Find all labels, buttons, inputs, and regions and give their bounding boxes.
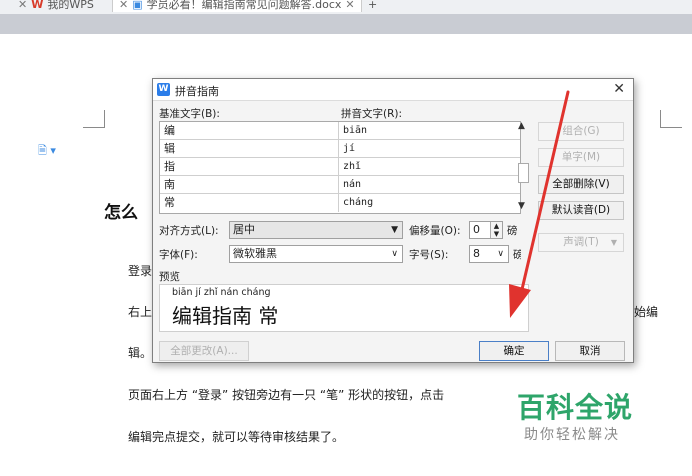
table-row: 辑 jí xyxy=(160,140,520,158)
watermark-logo: 百科全说 xyxy=(517,391,634,424)
clear-all-button[interactable]: 全部删除(V) xyxy=(538,175,624,194)
align-value: 居中 xyxy=(233,223,255,236)
ok-button[interactable]: 确定 xyxy=(479,341,549,361)
font-value: 微软雅黑 xyxy=(233,247,277,260)
watermark-slogan: 助你轻松解决 xyxy=(524,427,620,443)
size-select[interactable]: 8 ∨ xyxy=(469,245,509,263)
tab-label: 学员必看！编辑指南常见问题解答.docx xyxy=(146,0,342,11)
base-cell[interactable]: 编 xyxy=(160,122,339,140)
scroll-thumb[interactable] xyxy=(518,163,529,183)
tab-document[interactable]: ✕ ▣ 学员必看！编辑指南常见问题解答.docx ✕ xyxy=(112,0,362,12)
paragraph-icon[interactable]: 🗎 ▾ xyxy=(38,142,56,161)
pinyin-cell[interactable]: biān xyxy=(340,122,520,140)
size-label: 字号(S): xyxy=(409,249,449,261)
align-label: 对齐方式(L): xyxy=(159,225,219,237)
page-margin-corner xyxy=(660,110,682,128)
chevron-down-icon: ∨ xyxy=(497,249,504,259)
wps-logo-icon: W xyxy=(31,0,44,11)
chevron-up-icon[interactable]: ▲ xyxy=(518,121,525,131)
page-margin-corner xyxy=(83,110,105,128)
doc-text: 页面右上方 “登录” 按钮旁边有一只 “笔” 形状的按钮，点击 xyxy=(128,388,445,402)
pinyin-guide-dialog: W 拼音指南 ✕ 基准文字(B): 拼音文字(R): 编 biān 辑 jí 指… xyxy=(152,78,634,363)
tone-label: 声调(T) xyxy=(563,236,599,248)
preview-text: 编辑指南 常 xyxy=(172,304,279,328)
base-cell[interactable]: 常 xyxy=(160,194,339,212)
offset-label: 偏移量(O): xyxy=(409,225,461,237)
table-row: 编 biān xyxy=(160,122,520,140)
offset-unit: 磅 xyxy=(507,225,517,237)
close-icon[interactable]: ✕ xyxy=(119,0,128,11)
doc-text: 登录 xyxy=(128,264,153,278)
preview-label: 预览 xyxy=(159,271,180,283)
font-label: 字体(F): xyxy=(159,249,198,261)
base-cell[interactable]: 辑 xyxy=(160,140,339,158)
plus-icon: + xyxy=(368,0,378,11)
offset-value: 0 xyxy=(473,223,480,236)
tab-label: 我的WPS xyxy=(47,0,94,11)
cancel-button[interactable]: 取消 xyxy=(555,341,625,361)
doc-text: 编辑完点提交，就可以等待审核结果了。 xyxy=(128,430,345,444)
chevron-down-icon: ∨ xyxy=(391,249,398,259)
doc-text: 始编 xyxy=(634,305,659,319)
close-icon[interactable]: ✕ xyxy=(613,81,625,97)
toolbar-strip xyxy=(0,14,692,34)
default-reading-button[interactable]: 默认读音(D) xyxy=(538,201,624,220)
close-icon[interactable]: ✕ xyxy=(18,0,27,11)
chevron-down-icon: ▼ xyxy=(391,225,398,235)
size-unit: 磅 xyxy=(513,249,521,261)
new-tab-button[interactable]: + xyxy=(368,0,377,12)
pinyin-cell[interactable]: jí xyxy=(340,140,520,158)
base-text-label: 基准文字(B): xyxy=(159,108,220,120)
preview-pinyin: biān jí zhǐ nán cháng xyxy=(172,287,271,298)
change-all-button[interactable]: 全部更改(A)... xyxy=(159,341,249,361)
dialog-title: 拼音指南 xyxy=(175,85,219,98)
pinyin-cell[interactable]: cháng xyxy=(340,194,520,212)
pinyin-cell[interactable]: zhǐ xyxy=(340,158,520,176)
table-row: 南 nán xyxy=(160,176,520,194)
pinyin-text-label: 拼音文字(R): xyxy=(341,108,403,120)
chevron-down-icon: ▼ xyxy=(610,238,617,247)
chevron-down-icon[interactable]: ▼ xyxy=(518,201,525,211)
align-select[interactable]: 居中 ▼ xyxy=(229,221,403,239)
base-cell[interactable]: 南 xyxy=(160,176,339,194)
doc-text: 辑。 xyxy=(128,346,153,360)
base-cell[interactable]: 指 xyxy=(160,158,339,176)
offset-stepper[interactable]: 0 ▲ ▼ xyxy=(469,221,503,239)
close-icon[interactable]: ✕ xyxy=(345,0,354,11)
pinyin-cell[interactable]: nán xyxy=(340,176,520,194)
spinner-icon[interactable]: ▲ ▼ xyxy=(490,222,502,238)
single-char-button[interactable]: 单字(M) xyxy=(538,148,624,167)
table-scrollbar[interactable]: ▲ ▼ xyxy=(516,121,530,214)
tab-my-wps[interactable]: ✕ W 我的WPS xyxy=(18,0,94,12)
table-row: 指 zhǐ xyxy=(160,158,520,176)
font-select[interactable]: 微软雅黑 ∨ xyxy=(229,245,403,263)
doc-heading: 怎么 xyxy=(104,203,138,223)
size-value: 8 xyxy=(473,247,480,260)
doc-text: 右上 xyxy=(128,305,153,319)
group-button[interactable]: 组合(G) xyxy=(538,122,624,141)
preview-box: biān jí zhǐ nán cháng 编辑指南 常 xyxy=(159,284,529,332)
tone-button[interactable]: 声调(T) ▼ xyxy=(538,233,624,252)
dialog-titlebar[interactable]: W 拼音指南 ✕ xyxy=(153,79,633,101)
doc-icon: ▣ xyxy=(132,0,143,11)
wps-writer-icon: W xyxy=(157,83,170,96)
pinyin-table: 编 biān 辑 jí 指 zhǐ 南 nán 常 cháng xyxy=(159,121,521,214)
tab-bar: ✕ W 我的WPS ✕ ▣ 学员必看！编辑指南常见问题解答.docx ✕ + xyxy=(0,0,692,14)
table-row: 常 cháng xyxy=(160,194,520,212)
